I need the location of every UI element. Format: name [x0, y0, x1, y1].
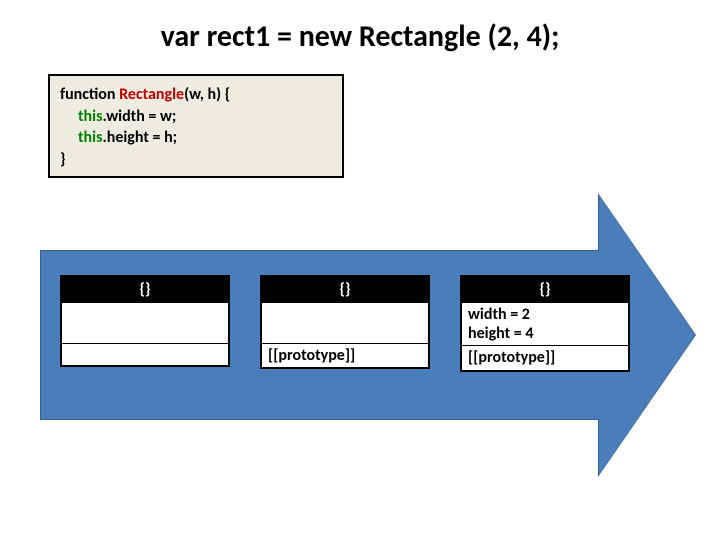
keyword-this: this: [78, 128, 102, 147]
class-name: Rectangle: [119, 85, 184, 104]
object-props: width = 2 height = 4: [462, 303, 628, 345]
params-open: (w, h) {: [184, 85, 230, 104]
object-box-stage-3: {} width = 2 height = 4 [[prototype]]: [460, 275, 630, 372]
var-decl: var rect1 =: [161, 18, 299, 55]
keyword-function: function: [60, 85, 119, 104]
code-line-1: function Rectangle(w, h) {: [60, 84, 332, 106]
object-props: [62, 303, 228, 343]
object-header: {}: [462, 277, 628, 303]
code-line-3: this.height = h;: [60, 127, 332, 149]
object-proto-slot: [[prototype]]: [462, 345, 628, 369]
object-proto-slot: [[prototype]]: [262, 343, 428, 367]
object-box-stage-2: {} [[prototype]]: [260, 275, 430, 369]
object-proto-slot: [62, 343, 228, 365]
assign-height: .height = h;: [102, 128, 177, 147]
object-box-stage-1: {}: [60, 275, 230, 367]
constructor-call: Rectangle (2, 4);: [352, 18, 559, 55]
code-line-4: }: [60, 149, 332, 171]
object-props: [262, 303, 428, 343]
constructor-definition-box: function Rectangle(w, h) { this.width = …: [48, 74, 344, 178]
new-keyword: new: [299, 18, 352, 55]
assign-width: .width = w;: [102, 107, 176, 126]
code-line-2: this.width = w;: [60, 106, 332, 128]
title-expression: var rect1 = new Rectangle (2, 4);: [0, 18, 720, 55]
object-header: {}: [62, 277, 228, 303]
keyword-this: this: [78, 107, 102, 126]
object-header: {}: [262, 277, 428, 303]
